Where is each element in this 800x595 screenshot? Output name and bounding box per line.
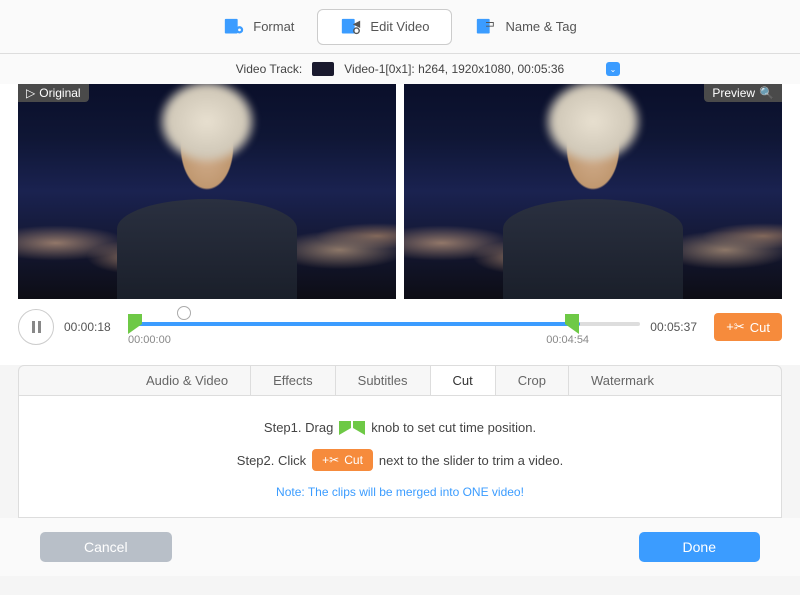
tab-format[interactable]: Format: [200, 9, 317, 45]
cut-button[interactable]: +✂ Cut: [714, 313, 782, 341]
tab-subtitles[interactable]: Subtitles: [336, 366, 431, 395]
video-track-row: Video Track: Video-1[0x1]: h264, 1920x10…: [0, 54, 800, 84]
plus-scissors-icon: +✂: [322, 453, 339, 467]
timeline: 00:00:18 00:00:00 00:04:54 00:05:37 +✂ C…: [18, 299, 782, 365]
playhead[interactable]: [177, 306, 191, 320]
video-track-label: Video Track:: [236, 62, 302, 76]
total-time: 00:05:37: [650, 320, 704, 334]
preview-badge: Preview 🔍: [704, 84, 782, 102]
track-thumbnail: [312, 62, 334, 76]
cut-instructions: Step1. Drag knob to set cut time positio…: [18, 396, 782, 518]
start-marker[interactable]: [128, 314, 142, 334]
step2-line: Step2. Click +✂ Cut next to the slider t…: [39, 449, 761, 471]
magnifier-icon[interactable]: 🔍: [759, 86, 774, 100]
format-icon: [223, 18, 245, 36]
merge-note: Note: The clips will be merged into ONE …: [39, 485, 761, 499]
tab-edit-video[interactable]: Edit Video: [317, 9, 452, 45]
footer: Cancel Done: [0, 518, 800, 576]
top-tabs: Format Edit Video Name & Tag: [0, 0, 800, 54]
tab-cut[interactable]: Cut: [431, 366, 496, 395]
tab-watermark[interactable]: Watermark: [569, 366, 676, 395]
cut-button-example: +✂ Cut: [312, 449, 373, 471]
preview-pane: Preview 🔍: [404, 84, 782, 299]
done-button[interactable]: Done: [639, 532, 760, 562]
tab-edit-video-label: Edit Video: [370, 19, 429, 34]
original-badge: ▷ Original: [18, 84, 89, 102]
tab-effects[interactable]: Effects: [251, 366, 336, 395]
edit-tabs: Audio & Video Effects Subtitles Cut Crop…: [18, 365, 782, 396]
pause-icon: [32, 321, 41, 333]
pause-button[interactable]: [18, 309, 54, 345]
name-tag-icon: [475, 18, 497, 36]
step1-line: Step1. Drag knob to set cut time positio…: [39, 420, 761, 435]
video-track-value: Video-1[0x1]: h264, 1920x1080, 00:05:36: [344, 62, 564, 76]
tab-crop[interactable]: Crop: [496, 366, 569, 395]
play-triangle-icon: ▷: [26, 86, 35, 100]
current-time: 00:00:18: [64, 320, 118, 334]
end-marker[interactable]: [565, 314, 579, 334]
knob-icon: [339, 421, 365, 435]
track-dropdown-icon[interactable]: ⌄: [606, 62, 620, 76]
tab-name-tag[interactable]: Name & Tag: [452, 9, 599, 45]
slider-track[interactable]: 00:00:00 00:04:54: [128, 312, 640, 342]
tab-name-tag-label: Name & Tag: [505, 19, 576, 34]
start-time-label: 00:00:00: [128, 334, 171, 346]
end-time-label: 00:04:54: [546, 334, 589, 346]
edit-video-icon: [340, 18, 362, 36]
cancel-button[interactable]: Cancel: [40, 532, 172, 562]
plus-scissors-icon: +✂: [726, 319, 744, 335]
tab-audio-video[interactable]: Audio & Video: [124, 366, 251, 395]
original-pane: ▷ Original: [18, 84, 396, 299]
preview-area: ▷ Original Preview 🔍 00:00:18: [0, 84, 800, 365]
tab-format-label: Format: [253, 19, 294, 34]
